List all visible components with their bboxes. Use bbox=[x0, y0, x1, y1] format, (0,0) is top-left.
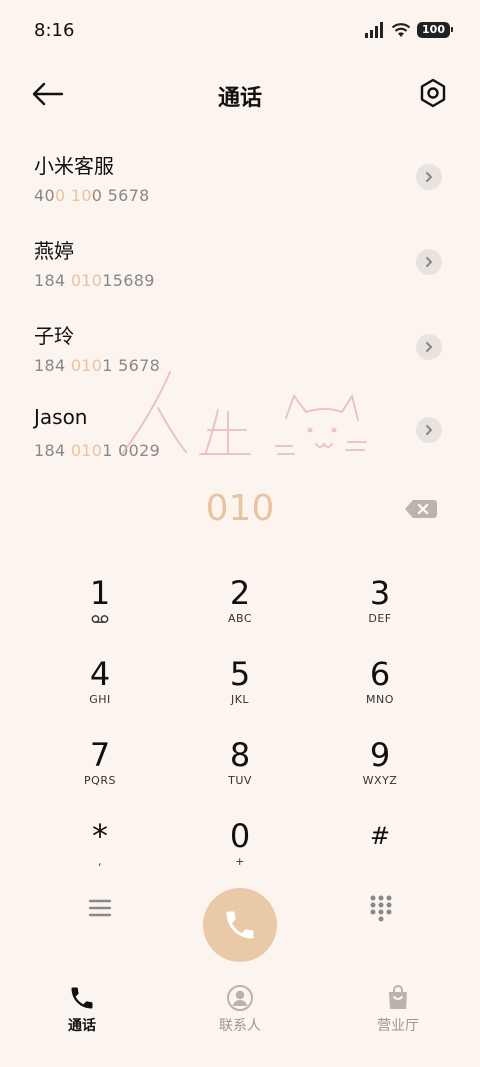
dialpad-icon bbox=[370, 895, 392, 922]
contact-number: 400 100 5678 bbox=[34, 186, 150, 205]
phone-icon bbox=[71, 987, 93, 1009]
key-2[interactable]: 2 ABC bbox=[180, 574, 300, 644]
nav-service-hall[interactable]: 营业厅 bbox=[343, 984, 453, 1035]
chevron-right-icon bbox=[426, 257, 432, 267]
key-1[interactable]: 1 bbox=[40, 574, 160, 644]
contact-name: 小米客服 bbox=[34, 154, 114, 178]
person-icon bbox=[227, 985, 253, 1011]
shopping-bag-icon bbox=[389, 985, 407, 1009]
backspace-button[interactable] bbox=[404, 498, 438, 520]
key-hash[interactable]: # bbox=[320, 817, 440, 887]
status-time: 8:16 bbox=[34, 20, 75, 41]
contact-detail-button[interactable] bbox=[416, 164, 442, 190]
contact-name: 子玲 bbox=[34, 324, 74, 348]
contact-row[interactable]: 燕婷 184 01015689 bbox=[0, 235, 480, 315]
signal-icon bbox=[365, 22, 384, 38]
settings-hexagon-icon bbox=[420, 78, 446, 108]
backspace-icon bbox=[405, 500, 437, 518]
voicemail-icon bbox=[91, 615, 109, 623]
settings-button[interactable] bbox=[418, 77, 448, 109]
contact-detail-button[interactable] bbox=[416, 417, 442, 443]
key-8[interactable]: 8 TUV bbox=[180, 736, 300, 806]
nav-calls[interactable]: 通话 bbox=[27, 984, 137, 1035]
nav-label: 通话 bbox=[68, 1018, 96, 1034]
key-3[interactable]: 3 DEF bbox=[320, 574, 440, 644]
contact-number: 184 01015689 bbox=[34, 271, 155, 290]
hamburger-menu-icon bbox=[88, 899, 112, 917]
chevron-right-icon bbox=[426, 172, 432, 182]
key-9[interactable]: 9 WXYZ bbox=[320, 736, 440, 806]
page-title: 通话 bbox=[217, 86, 262, 111]
contact-detail-button[interactable] bbox=[416, 334, 442, 360]
contact-name: 燕婷 bbox=[34, 239, 74, 263]
key-star[interactable]: * , bbox=[40, 817, 160, 887]
key-0[interactable]: 0 + bbox=[180, 817, 300, 887]
wifi-icon bbox=[391, 23, 411, 37]
call-button[interactable] bbox=[203, 888, 277, 962]
status-icons: 100 bbox=[365, 22, 453, 38]
battery-indicator: 100 bbox=[417, 22, 453, 38]
contact-detail-button[interactable] bbox=[416, 249, 442, 275]
nav-label: 营业厅 bbox=[377, 1018, 419, 1034]
doodle-watermark bbox=[121, 371, 367, 455]
key-6[interactable]: 6 MNO bbox=[320, 655, 440, 725]
contact-row[interactable]: 小米客服 400 100 5678 bbox=[0, 150, 480, 230]
phone-icon bbox=[226, 911, 254, 939]
dialpad-toggle-button[interactable] bbox=[368, 894, 394, 922]
key-7[interactable]: 7 PQRS bbox=[40, 736, 160, 806]
key-4[interactable]: 4 GHI bbox=[40, 655, 160, 725]
nav-label: 联系人 bbox=[219, 1018, 261, 1034]
key-5[interactable]: 5 JKL bbox=[180, 655, 300, 725]
chevron-right-icon bbox=[426, 342, 432, 352]
chevron-right-icon bbox=[426, 425, 432, 435]
contact-name: Jason bbox=[34, 405, 88, 429]
menu-button[interactable] bbox=[86, 896, 114, 920]
nav-contacts[interactable]: 联系人 bbox=[185, 984, 295, 1035]
